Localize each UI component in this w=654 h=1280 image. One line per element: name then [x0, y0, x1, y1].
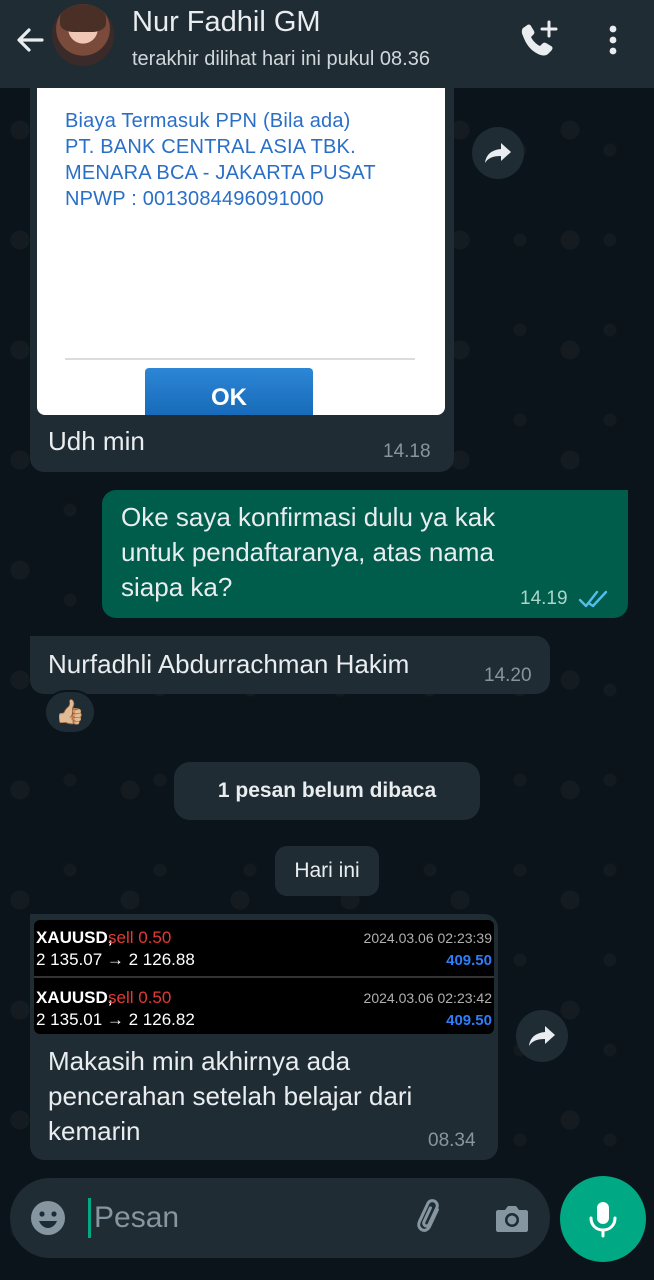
receipt-line: Biaya Termasuk PPN (Bila ada) [65, 110, 351, 132]
message-time: 14.18 [383, 441, 431, 462]
chat-header: Nur Fadhil GM terakhir dilihat hari ini … [0, 0, 654, 88]
message-time: 08.34 [428, 1130, 476, 1151]
thumbs-up-reaction[interactable]: 👍🏼 [44, 690, 96, 734]
contact-name[interactable]: Nur Fadhil GM [132, 6, 321, 39]
message-time: 14.19 [520, 588, 568, 609]
trade-row: XAUUSD, sell 0.50 2 135.01 → 2 126.82 20… [34, 980, 494, 1034]
message-text-line: Oke saya konfirmasi dulu ya kak [121, 502, 496, 532]
receipt-image[interactable]: Biaya Termasuk PPN (Bila ada) PT. BANK C… [37, 88, 445, 415]
read-receipt-icon [578, 588, 610, 610]
message-text-line: pencerahan setelah belajar dari [48, 1081, 413, 1111]
trade-side: sell 0.50 [108, 928, 172, 947]
contact-avatar[interactable] [52, 4, 114, 66]
forward-icon[interactable] [472, 127, 524, 179]
trade-symbol: XAUUSD, [36, 988, 113, 1007]
unread-messages-banner: 1 pesan belum dibaca [174, 762, 480, 820]
emoji-icon[interactable] [28, 1198, 68, 1238]
receipt-line: NPWP : 0013084496091000 [65, 188, 324, 210]
text-cursor [88, 1198, 91, 1238]
trade-screenshot-image[interactable]: XAUUSD, sell 0.50 2 135.07 → 2 126.88 20… [34, 920, 494, 1034]
trade-side: sell 0.50 [108, 988, 172, 1007]
message-text-line: Makasih min akhirnya ada [48, 1046, 351, 1076]
message-text-line: untuk pendaftaranya, atas nama [121, 537, 494, 567]
camera-icon[interactable] [492, 1198, 532, 1238]
message-time: 14.20 [484, 665, 532, 686]
message-composer [10, 1178, 550, 1258]
trade-datetime: 2024.03.06 02:23:42 [363, 990, 492, 1006]
last-seen-status: terakhir dilihat hari ini pukul 08.36 [132, 48, 430, 70]
trade-symbol: XAUUSD, [36, 928, 113, 947]
trade-profit: 409.50 [446, 1012, 492, 1029]
trade-divider [34, 976, 494, 978]
date-divider: Hari ini [275, 846, 379, 896]
back-arrow-icon[interactable] [12, 22, 48, 58]
receipt-line: MENARA BCA - JAKARTA PUSAT [65, 162, 376, 184]
message-text: Nurfadhli Abdurrachman Hakim [48, 649, 410, 679]
more-vertical-icon[interactable] [598, 20, 628, 60]
forward-icon[interactable] [516, 1010, 568, 1062]
receipt-divider [65, 358, 415, 360]
trade-datetime: 2024.03.06 02:23:39 [363, 930, 492, 946]
receipt-line: PT. BANK CENTRAL ASIA TBK. [65, 136, 356, 158]
message-text-line: kemarin [48, 1116, 141, 1146]
message-caption: Udh min [48, 426, 145, 456]
phone-plus-icon[interactable] [516, 18, 560, 62]
message-input[interactable] [94, 1196, 394, 1240]
receipt-ok-button: OK [145, 368, 313, 415]
trade-prices: 2 135.07 → 2 126.88 [36, 950, 195, 969]
paperclip-icon[interactable] [412, 1198, 452, 1238]
message-text-line: siapa ka? [121, 572, 233, 602]
mic-icon[interactable] [560, 1176, 646, 1262]
trade-profit: 409.50 [446, 952, 492, 969]
trade-row: XAUUSD, sell 0.50 2 135.07 → 2 126.88 20… [34, 920, 494, 976]
trade-prices: 2 135.01 → 2 126.82 [36, 1010, 195, 1029]
